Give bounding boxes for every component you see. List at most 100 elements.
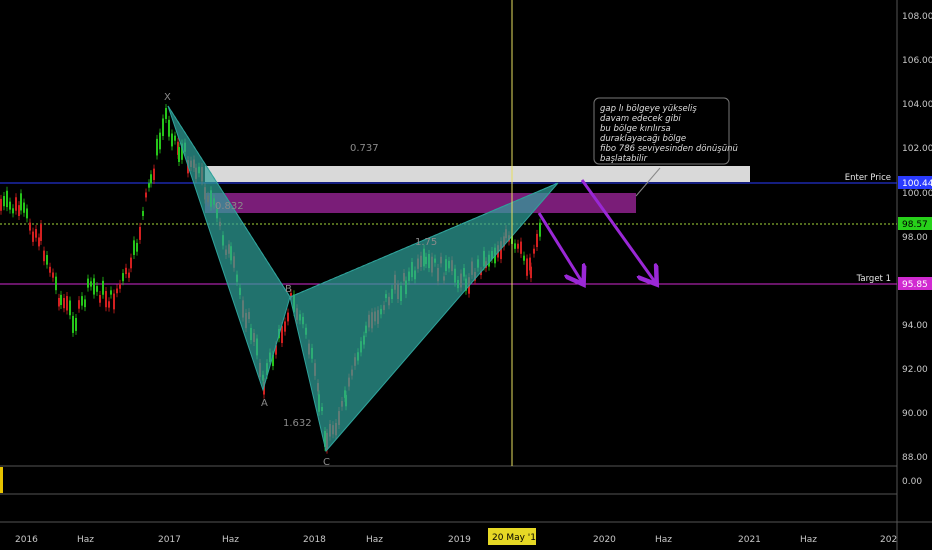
candle-body (113, 293, 115, 310)
time-tick: 202 (880, 535, 897, 545)
candle-body (99, 295, 101, 303)
target-name: Target 1 (856, 274, 891, 284)
price-tick: 92.00 (902, 365, 928, 375)
candle-body (165, 107, 167, 119)
candle-body (162, 118, 164, 137)
candle-body (90, 281, 92, 287)
candle-body (15, 197, 17, 211)
time-tick: Haz (222, 535, 239, 545)
ratio-ac-label: 1.632 (283, 418, 312, 429)
time-tick: Haz (366, 535, 383, 545)
candle-body (150, 174, 152, 184)
candle-body (174, 135, 176, 141)
down-arrow-1[interactable] (537, 212, 582, 282)
candle-body (96, 286, 98, 292)
price-tick: 98.00 (902, 233, 928, 243)
candle-body (178, 147, 180, 162)
candle-body (43, 250, 45, 262)
ratio-bd-label: 1.75 (415, 237, 437, 248)
time-tick: Haz (655, 535, 672, 545)
candle-body (60, 294, 62, 305)
candle-body (539, 222, 541, 237)
candle-body (9, 201, 11, 210)
candle-body (128, 272, 130, 278)
candle-body (32, 231, 34, 242)
annotation-line-4: duraklayacağı bölge (600, 134, 686, 144)
candle-body (130, 257, 132, 269)
candle-body (63, 298, 65, 309)
candle-body (52, 272, 54, 278)
candle-body (72, 315, 74, 333)
pattern-triangle-xab[interactable] (167, 105, 291, 392)
candle-body (29, 222, 31, 231)
candle-body (526, 258, 528, 276)
candle-body (12, 208, 14, 214)
candle-body (26, 208, 28, 219)
candle-body (116, 288, 118, 294)
candle-body (523, 255, 525, 261)
candle-body (105, 291, 107, 308)
price-axis[interactable]: 108.00 106.00 104.00 102.00 100.00 98.00… (902, 12, 932, 487)
candle-body (284, 321, 286, 332)
time-tick: 2017 (158, 535, 181, 545)
price-tick: 90.00 (902, 409, 928, 419)
candle-body (530, 266, 532, 279)
candle-body (168, 119, 170, 137)
annotation-line-3: bu bölge kırılırsa (600, 124, 671, 134)
annotation-line-6: başlatabilir (600, 154, 648, 164)
candle-body (108, 301, 110, 308)
price-tick: 108.00 (902, 12, 932, 22)
time-tick: 2016 (15, 535, 38, 545)
candle-body (78, 300, 80, 309)
time-tick: 2019 (448, 535, 471, 545)
candle-body (55, 276, 57, 291)
candle-body (49, 266, 51, 273)
candle-body (23, 202, 25, 213)
candle-body (287, 312, 289, 322)
annotation-line-5: fibo 786 seviyesinden dönüşünü (600, 144, 738, 154)
candle-body (142, 210, 144, 217)
time-axis[interactable]: 2016 Haz 2017 Haz 2018 Haz 2019 2020 Haz… (15, 535, 897, 545)
candle-body (520, 241, 522, 254)
price-tick: 104.00 (902, 100, 932, 110)
time-tick: 2018 (303, 535, 326, 545)
annotation-line-2: davam edecek gibi (600, 114, 681, 124)
candle-body (35, 229, 37, 238)
candle-body (139, 226, 141, 240)
candle-body (133, 240, 135, 255)
candle-body (517, 243, 519, 249)
candle-body (148, 183, 150, 188)
candle-body (38, 237, 40, 247)
candle-body (156, 138, 158, 156)
time-tick: Haz (800, 535, 817, 545)
indicator-marker (0, 467, 3, 493)
price-tick: 88.00 (902, 453, 928, 463)
gap-zone[interactable] (205, 166, 750, 182)
pattern-triangle-bcd[interactable] (289, 182, 559, 453)
candle-body (153, 168, 155, 181)
entry-zone[interactable] (205, 193, 636, 213)
annotation-line-1: gap lı bölgeye yükseliş (600, 104, 697, 114)
current-price-value: 98.57 (902, 220, 928, 230)
candle-body (40, 223, 42, 241)
candle-body (84, 299, 86, 308)
candle-body (3, 196, 5, 207)
candle-body (81, 296, 83, 306)
candle-body (171, 133, 173, 147)
candle-body (69, 300, 71, 316)
time-tick: 2020 (593, 535, 616, 545)
price-chart[interactable]: gap lı bölgeye yükseliş davam edecek gib… (0, 0, 932, 550)
candle-body (102, 280, 104, 295)
price-tick: 106.00 (902, 56, 932, 66)
price-tick: 94.00 (902, 321, 928, 331)
candle-body (145, 192, 147, 198)
candle-body (0, 198, 2, 211)
price-tick: 100.00 (902, 189, 932, 199)
point-x-label: X (164, 92, 171, 103)
time-tick: 2021 (738, 535, 761, 545)
candle-body (18, 205, 20, 216)
time-cursor-label: 20 May '19 (492, 533, 542, 543)
candle-body (93, 278, 95, 295)
ratio-xb-label: 0.832 (215, 201, 244, 212)
candle-body (536, 233, 538, 248)
